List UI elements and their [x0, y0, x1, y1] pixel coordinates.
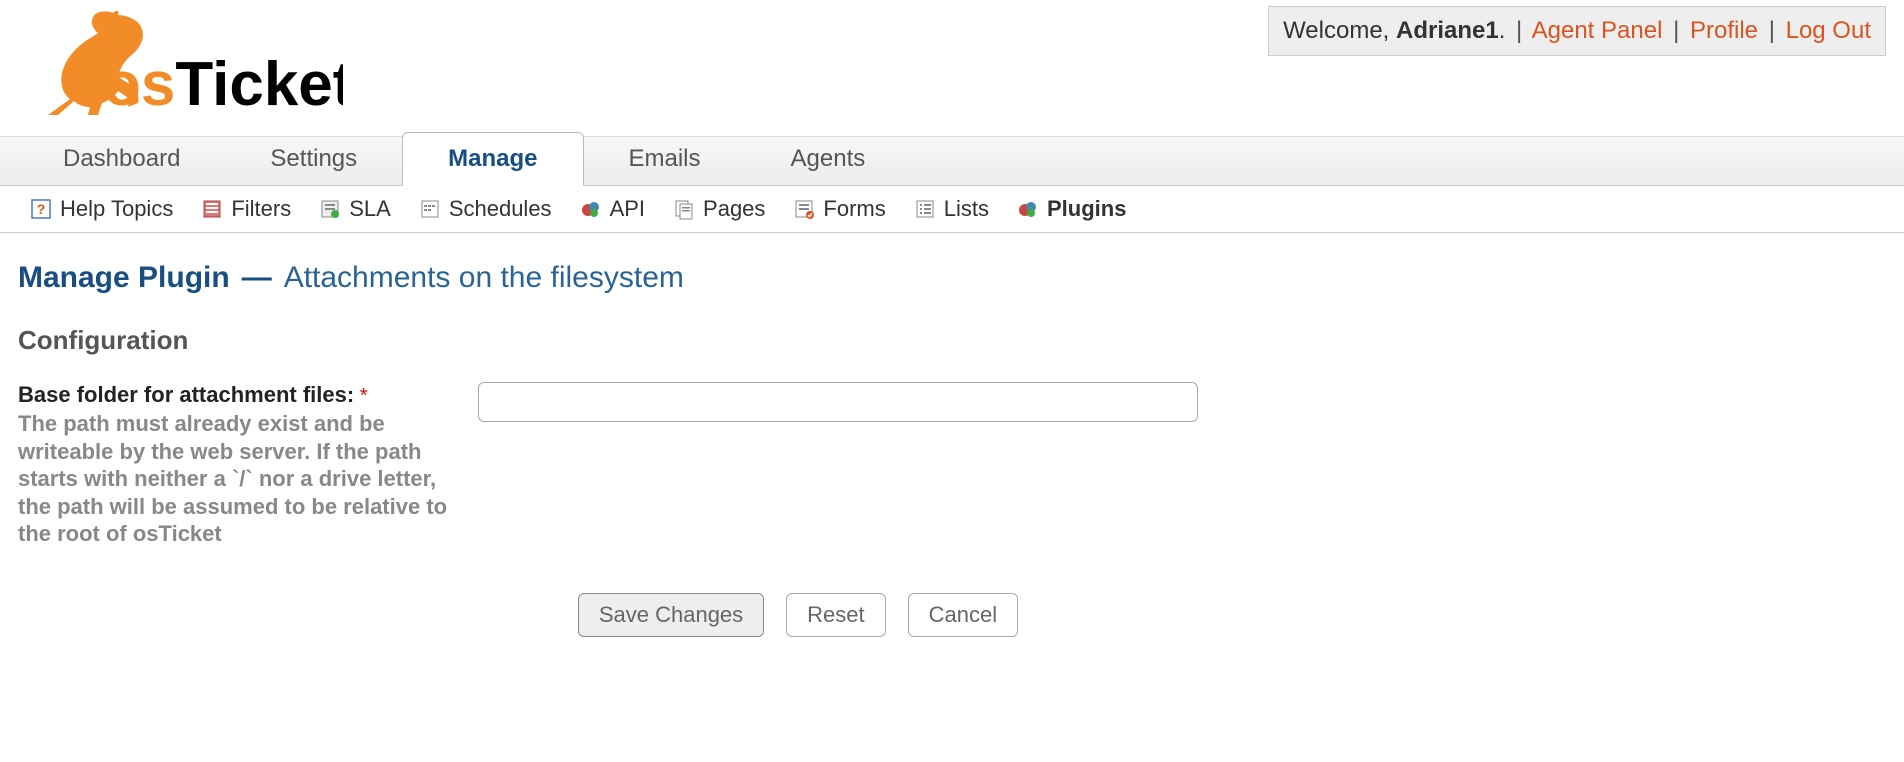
- schedule-icon: [419, 198, 441, 220]
- base-folder-hint: The path must already exist and be write…: [18, 410, 448, 548]
- tab-manage[interactable]: Manage: [402, 132, 583, 186]
- subnav-schedules[interactable]: Schedules: [419, 196, 552, 222]
- page-title: Manage Plugin — Attachments on the files…: [18, 261, 1886, 295]
- subnav-plugins[interactable]: Plugins: [1017, 196, 1126, 222]
- api-icon: [580, 198, 602, 220]
- subnav-label: Schedules: [449, 196, 552, 222]
- tab-emails[interactable]: Emails: [584, 133, 746, 185]
- help-icon: ?: [30, 198, 52, 220]
- base-folder-input[interactable]: [478, 382, 1198, 422]
- page-title-separator: —: [242, 261, 272, 295]
- subnav-forms[interactable]: Forms: [793, 196, 885, 222]
- logout-link[interactable]: Log Out: [1786, 17, 1871, 44]
- subnav-pages[interactable]: Pages: [673, 196, 765, 222]
- cancel-button[interactable]: Cancel: [908, 593, 1018, 637]
- main-nav: Dashboard Settings Manage Emails Agents: [0, 136, 1904, 186]
- tab-settings[interactable]: Settings: [225, 133, 402, 185]
- svg-text:osTicket: osTicket: [103, 50, 343, 119]
- forms-icon: [793, 198, 815, 220]
- subnav-sla[interactable]: SLA: [319, 196, 391, 222]
- subnav-label: Lists: [944, 196, 989, 222]
- tab-dashboard[interactable]: Dashboard: [18, 133, 225, 185]
- subnav-label: API: [610, 196, 645, 222]
- user-box: Welcome, Adriane1. | Agent Panel | Profi…: [1268, 6, 1886, 56]
- tab-agents[interactable]: Agents: [746, 133, 911, 185]
- subnav-label: SLA: [349, 196, 391, 222]
- sla-icon: [319, 198, 341, 220]
- filter-icon: [201, 198, 223, 220]
- svg-text:?: ?: [37, 201, 46, 217]
- profile-link[interactable]: Profile: [1690, 17, 1758, 44]
- separator: |: [1765, 17, 1779, 44]
- lists-icon: [914, 198, 936, 220]
- pages-icon: [673, 198, 695, 220]
- subnav-label: Help Topics: [60, 196, 173, 222]
- agent-panel-link[interactable]: Agent Panel: [1532, 17, 1663, 44]
- subnav-label: Filters: [231, 196, 291, 222]
- subnav-lists[interactable]: Lists: [914, 196, 989, 222]
- separator: |: [1669, 17, 1683, 44]
- separator: |: [1512, 17, 1526, 44]
- subnav-filters[interactable]: Filters: [201, 196, 291, 222]
- reset-button[interactable]: Reset: [786, 593, 885, 637]
- osticket-logo: osTicket: [18, 0, 343, 126]
- plugins-icon: [1017, 198, 1039, 220]
- username: Adriane1: [1396, 17, 1499, 44]
- page-title-sub: Attachments on the filesystem: [284, 261, 684, 295]
- subnav-help-topics[interactable]: ? Help Topics: [30, 196, 173, 222]
- welcome-text: Welcome, Adriane1.: [1283, 17, 1505, 44]
- save-button[interactable]: Save Changes: [578, 593, 764, 637]
- subnav-label: Forms: [823, 196, 885, 222]
- subnav-label: Pages: [703, 196, 765, 222]
- required-marker: *: [360, 385, 368, 407]
- page-title-main: Manage Plugin: [18, 261, 230, 295]
- subnav-api[interactable]: API: [580, 196, 645, 222]
- base-folder-label: Base folder for attachment files:: [18, 382, 354, 407]
- sub-nav: ? Help Topics Filters SLA Schedules API …: [0, 186, 1904, 233]
- subnav-label: Plugins: [1047, 196, 1126, 222]
- section-title: Configuration: [18, 325, 1886, 356]
